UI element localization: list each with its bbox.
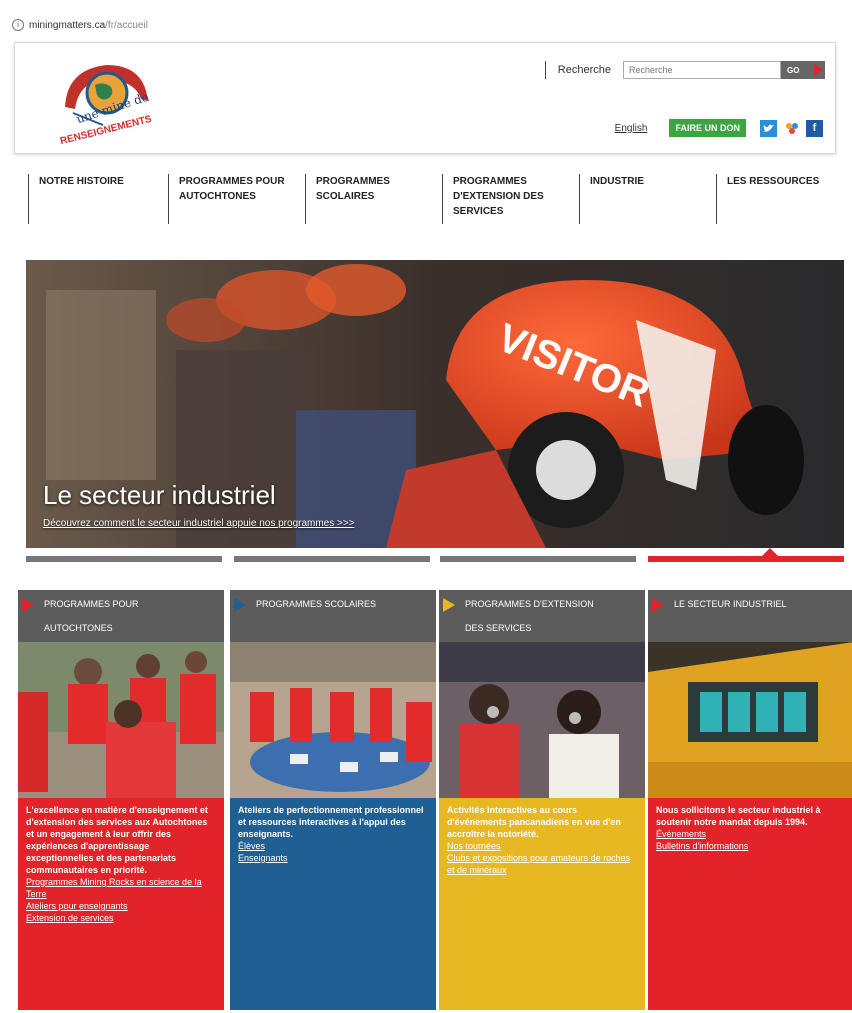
card-link[interactable]: Élèves	[238, 840, 428, 852]
card-link[interactable]: Ateliers pour enseignants	[26, 900, 216, 912]
card-header[interactable]: PROGRAMMES D'EXTENSION DES SERVICES	[439, 590, 645, 642]
card-secteur-industriel: LE SECTEUR INDUSTRIEL Nous sollicitons l…	[648, 590, 852, 1010]
card-link[interactable]: Clubs et expositions pour amateurs de ro…	[447, 852, 637, 876]
address-bar[interactable]: i miningmatters.ca /fr/accueil	[12, 14, 832, 36]
arrow-right-icon	[814, 64, 823, 76]
card-link[interactable]: Nos tournées	[447, 840, 637, 852]
slide-indicator-4[interactable]	[648, 556, 844, 562]
url-path: /fr/accueil	[105, 19, 148, 31]
nav-item-notre-histoire[interactable]: NOTRE HISTOIRE	[28, 174, 158, 224]
card-header[interactable]: PROGRAMMES SCOLAIRES	[230, 590, 436, 642]
search-area: Recherche GO	[544, 61, 825, 79]
site-header: une mine de RENSEIGNEMENTS Recherche GO …	[14, 42, 836, 154]
card-body: L'excellence en matière d'enseignement e…	[18, 798, 224, 1010]
card-title-line1: PROGRAMMES D'EXTENSION	[465, 599, 594, 609]
card-image[interactable]	[230, 642, 436, 798]
search-go-button[interactable]: GO	[781, 61, 825, 79]
card-link[interactable]: Événements	[656, 828, 846, 840]
nav-item-programmes-scolaires[interactable]: PROGRAMMES SCOLAIRES	[305, 174, 417, 224]
card-header[interactable]: LE SECTEUR INDUSTRIEL	[648, 590, 852, 642]
slider-indicators	[26, 548, 844, 564]
card-title-line1: LE SECTEUR INDUSTRIEL	[674, 599, 787, 609]
card-description: L'excellence en matière d'enseignement e…	[26, 805, 208, 875]
site-logo[interactable]: une mine de RENSEIGNEMENTS	[45, 55, 165, 147]
card-body: Activités interactives au cours d'événem…	[439, 798, 645, 1010]
facebook-icon[interactable]: f	[806, 119, 823, 137]
card-title-line2: AUTOCHTONES	[44, 623, 113, 633]
triangle-right-icon	[234, 598, 246, 612]
donate-button[interactable]: FAIRE UN DON	[669, 119, 746, 137]
hero-banner[interactable]: VISITOR Le secteur industriel Découvrez …	[26, 260, 844, 548]
card-link[interactable]: Extension de services	[26, 912, 216, 924]
search-label: Recherche	[557, 64, 611, 76]
url-host: miningmatters.ca	[29, 19, 106, 31]
card-link[interactable]: Programmes Mining Rocks en science de la…	[26, 876, 216, 900]
slide-indicator-1[interactable]	[26, 556, 222, 562]
hero-title: Le secteur industriel	[43, 480, 276, 510]
card-image[interactable]	[18, 642, 224, 798]
hero-link[interactable]: Découvrez comment le secteur industriel …	[43, 518, 355, 529]
card-link[interactable]: Enseignants	[238, 852, 428, 864]
card-scolaires: PROGRAMMES SCOLAIRES Ateliers de perfect…	[230, 590, 436, 1010]
card-image[interactable]	[439, 642, 645, 798]
gplus-icon[interactable]	[783, 119, 800, 137]
english-link[interactable]: English	[615, 123, 648, 134]
nav-item-ressources[interactable]: LES RESSOURCES	[716, 174, 838, 224]
utility-links: English FAIRE UN DON f	[615, 119, 823, 137]
divider	[544, 61, 546, 79]
card-description: Nous sollicitons le secteur industriel à…	[656, 805, 821, 827]
main-nav: NOTRE HISTOIRE PROGRAMMES POUR AUTOCHTON…	[28, 174, 840, 230]
card-image[interactable]	[648, 642, 852, 798]
nav-item-programmes-autochtones[interactable]: PROGRAMMES POUR AUTOCHTONES	[168, 174, 286, 224]
go-label: GO	[787, 65, 800, 75]
card-header[interactable]: PROGRAMMES POUR AUTOCHTONES	[18, 590, 224, 642]
nav-item-industrie[interactable]: INDUSTRIE	[579, 174, 691, 224]
card-link[interactable]: Bulletins d'informations	[656, 840, 846, 852]
twitter-icon[interactable]	[760, 119, 777, 137]
slide-caret-icon	[762, 548, 778, 556]
card-title-line1: PROGRAMMES POUR	[44, 599, 139, 609]
triangle-right-icon	[22, 598, 34, 612]
triangle-right-icon	[443, 598, 455, 612]
card-description: Ateliers de perfectionnement professionn…	[238, 805, 424, 839]
triangle-right-icon	[652, 598, 664, 612]
nav-item-programmes-extension[interactable]: PROGRAMMES D'EXTENSION DES SERVICES	[442, 174, 568, 224]
card-description: Activités interactives au cours d'événem…	[447, 805, 621, 839]
card-body: Nous sollicitons le secteur industriel à…	[648, 798, 852, 1010]
slide-indicator-2[interactable]	[234, 556, 430, 562]
card-title-line1: PROGRAMMES SCOLAIRES	[256, 599, 377, 609]
search-input[interactable]	[623, 61, 781, 79]
info-icon[interactable]: i	[12, 19, 24, 31]
card-body: Ateliers de perfectionnement professionn…	[230, 798, 436, 1010]
slide-indicator-3[interactable]	[440, 556, 636, 562]
card-autochtones: PROGRAMMES POUR AUTOCHTONES L'excellence…	[18, 590, 224, 1010]
card-title-line2: DES SERVICES	[465, 623, 532, 633]
card-extension: PROGRAMMES D'EXTENSION DES SERVICES Acti…	[439, 590, 645, 1010]
